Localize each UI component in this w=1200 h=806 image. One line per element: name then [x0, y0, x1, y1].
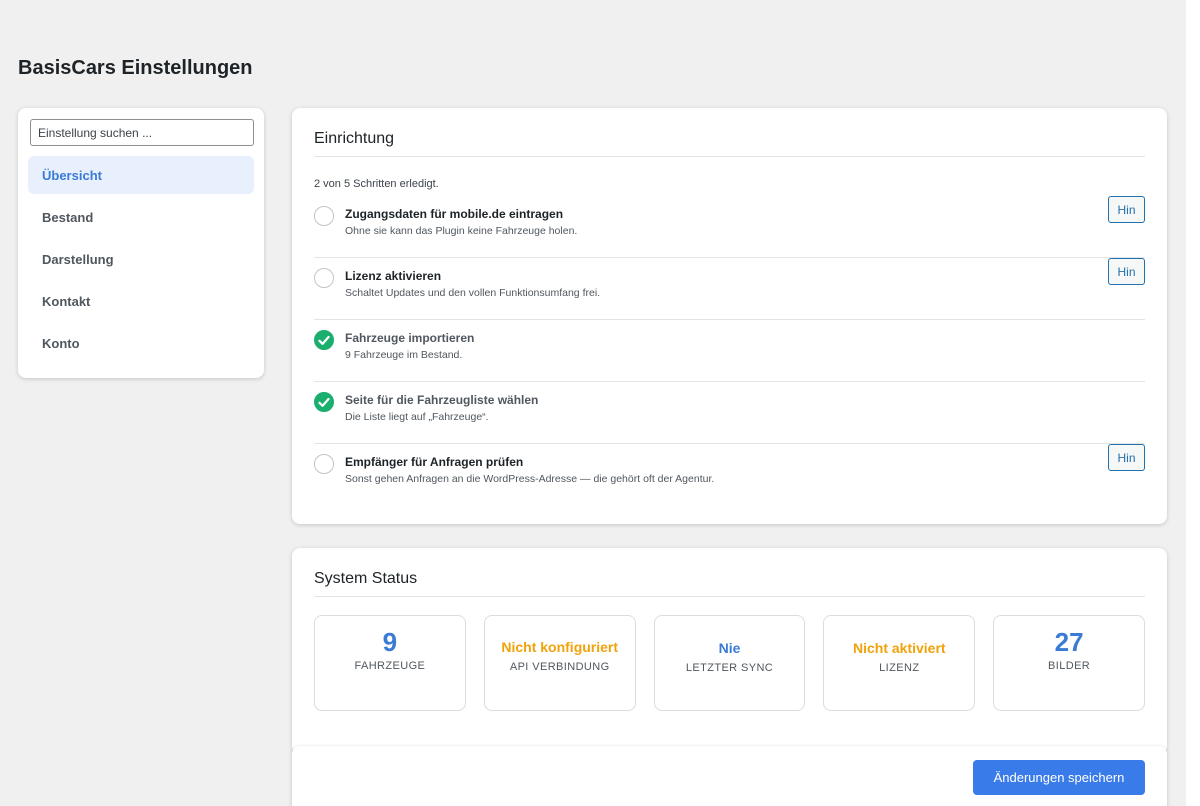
sidebar-item-konto[interactable]: Konto: [28, 324, 254, 362]
setup-steps: Zugangsdaten für mobile.de eintragen Ohn…: [314, 196, 1145, 506]
step-description: Ohne sie kann das Plugin keine Fahrzeuge…: [345, 225, 578, 237]
step-open-circle-icon: [314, 268, 334, 288]
status-tile-sync: Nie LETZTER SYNC: [653, 615, 806, 711]
setup-step-import: Fahrzeuge importieren 9 Fahrzeuge im Bes…: [314, 320, 1145, 382]
go-to-recipient-button[interactable]: Hin: [1108, 444, 1145, 471]
go-to-mobile-de-button[interactable]: Hin: [1108, 196, 1145, 223]
system-status-card: System Status 9 FAHRZEUGE Nicht konfigur…: [292, 548, 1167, 754]
step-title: Lizenz aktivieren: [345, 269, 442, 283]
status-tile-label: BILDER: [1048, 660, 1091, 672]
sidebar-item-bestand[interactable]: Bestand: [28, 198, 254, 236]
checkmark-icon: [314, 330, 334, 350]
save-bar: Änderungen speichern: [292, 746, 1167, 806]
setup-progress-text: 2 von 5 Schritten erledigt.: [314, 178, 439, 190]
step-open-circle-icon: [314, 454, 334, 474]
settings-search-input[interactable]: [30, 119, 254, 146]
step-description: 9 Fahrzeuge im Bestand.: [345, 349, 463, 361]
setup-title: Einrichtung: [314, 108, 1145, 157]
status-tile-label: LIZENZ: [879, 662, 920, 674]
status-tile-value: 27: [1054, 627, 1084, 657]
status-tile-label: FAHRZEUGE: [354, 660, 426, 672]
sidebar-item-kontakt[interactable]: Kontakt: [28, 282, 254, 320]
sidebar-nav: Übersicht Bestand Darstellung Kontakt Ko…: [28, 156, 254, 362]
step-open-circle-icon: [314, 206, 334, 226]
status-tile-label: LETZTER SYNC: [685, 662, 774, 674]
settings-sidebar: Übersicht Bestand Darstellung Kontakt Ko…: [18, 108, 264, 378]
go-to-license-button[interactable]: Hin: [1108, 258, 1145, 285]
status-tiles: 9 FAHRZEUGE Nicht konfiguriert API VERBI…: [314, 615, 1145, 711]
step-description: Sonst gehen Anfragen an die WordPress-Ad…: [345, 473, 715, 485]
setup-card: Einrichtung 2 von 5 Schritten erledigt. …: [292, 108, 1167, 524]
step-title: Empfänger für Anfragen prüfen: [345, 455, 524, 469]
step-title: Seite für die Fahrzeugliste wählen: [345, 393, 539, 407]
step-description: Schaltet Updates und den vollen Funktion…: [345, 287, 601, 299]
right-edge-strip: [1186, 0, 1200, 806]
system-status-title: System Status: [314, 548, 1145, 597]
status-tile-label: API VERBINDUNG: [509, 661, 610, 673]
sidebar-item-darstellung[interactable]: Darstellung: [28, 240, 254, 278]
status-tile-value: 9: [382, 627, 398, 657]
status-tile-vehicles: 9 FAHRZEUGE: [314, 615, 466, 711]
sidebar-item-uebersicht[interactable]: Übersicht: [28, 156, 254, 194]
status-tile-license: Nicht aktiviert LIZENZ: [823, 615, 976, 711]
status-tile-value: Nicht aktiviert: [852, 640, 946, 656]
status-tile-images: 27 BILDER: [993, 615, 1145, 711]
status-tile-value: Nicht konfiguriert: [501, 639, 619, 655]
status-tile-value: Nie: [718, 640, 741, 656]
step-title: Fahrzeuge importieren: [345, 331, 475, 345]
step-title: Zugangsdaten für mobile.de eintragen: [345, 207, 564, 221]
setup-step-list-page: Seite für die Fahrzeugliste wählen Die L…: [314, 382, 1145, 444]
setup-step-mobile-de: Zugangsdaten für mobile.de eintragen Ohn…: [314, 196, 1145, 258]
save-changes-button[interactable]: Änderungen speichern: [973, 760, 1145, 795]
status-tile-api: Nicht konfiguriert API VERBINDUNG: [483, 615, 636, 711]
checkmark-icon: [314, 392, 334, 412]
setup-step-license: Lizenz aktivieren Schaltet Updates und d…: [314, 258, 1145, 320]
setup-step-recipient: Empfänger für Anfragen prüfen Sonst gehe…: [314, 444, 1145, 506]
step-description: Die Liste liegt auf „Fahrzeuge“.: [345, 411, 489, 423]
page-title: BasisCars Einstellungen: [18, 57, 253, 79]
